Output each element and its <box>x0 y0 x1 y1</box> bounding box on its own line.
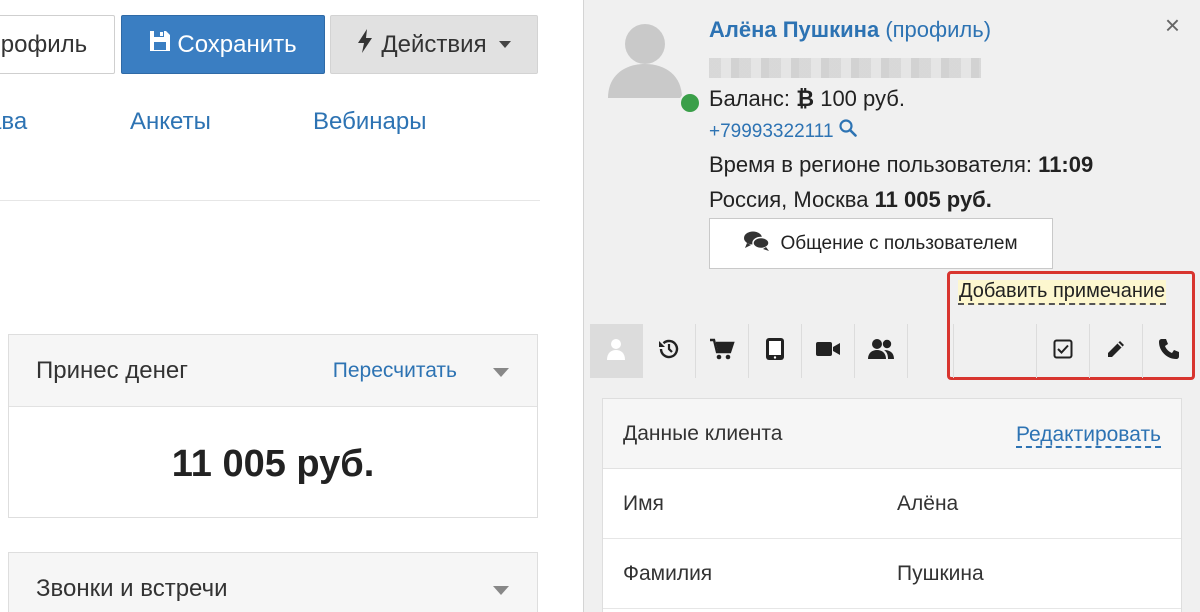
chevron-down-icon[interactable] <box>493 368 509 377</box>
table-row: Имя Алёна <box>603 469 1181 539</box>
chevron-down-icon <box>498 41 511 48</box>
comments-icon <box>744 231 771 257</box>
location-line: Россия, Москва 11 005 руб. <box>709 187 992 213</box>
row-label: Имя <box>623 491 664 515</box>
location-amount: 11 005 руб. <box>874 187 992 212</box>
user-icon <box>605 338 627 365</box>
phone-line: +79993322111 <box>709 119 857 143</box>
money-amount: 11 005 руб. <box>171 443 375 485</box>
profile-button[interactable]: профиль <box>0 15 115 74</box>
task-button[interactable] <box>1036 324 1089 378</box>
user-name-link[interactable]: Алёна Пушкина <box>709 17 879 42</box>
profile-link[interactable]: (профиль) <box>885 17 991 42</box>
add-note-link[interactable]: Добавить примечание <box>958 280 1167 305</box>
money-brought-card: Принес денег Пересчитать 11 005 руб. <box>8 334 538 518</box>
row-label: Фамилия <box>623 561 713 585</box>
row-value: Алёна <box>897 491 959 515</box>
tablet-icon <box>765 337 785 366</box>
cart-icon <box>709 338 735 365</box>
region-time-value: 11:09 <box>1038 152 1094 177</box>
tab-devices[interactable] <box>749 324 802 378</box>
lightning-icon <box>357 29 373 60</box>
nav-link-rights[interactable]: ава <box>0 108 27 136</box>
edit-note-button[interactable] <box>1089 324 1142 378</box>
history-icon <box>657 337 681 366</box>
phone-icon <box>1158 338 1180 365</box>
tab-webinars[interactable] <box>802 324 855 378</box>
search-icon[interactable] <box>839 119 857 142</box>
divider <box>0 200 540 201</box>
chevron-down-icon[interactable] <box>493 586 509 595</box>
tabs-spacer <box>908 324 954 378</box>
region-time-label: Время в регионе пользователя: <box>709 152 1033 177</box>
video-camera-icon <box>815 340 841 363</box>
tabs-actions <box>1036 324 1195 378</box>
save-button[interactable]: Сохранить <box>121 15 325 74</box>
users-icon <box>867 338 895 365</box>
tab-user[interactable] <box>590 324 643 378</box>
user-name-line: Алёна Пушкина (профиль) <box>709 17 991 43</box>
balance-line: Баланс: ₿ 100 руб. <box>709 86 905 112</box>
actions-button-label: Действия <box>381 30 487 58</box>
recalculate-link[interactable]: Пересчитать <box>333 359 457 383</box>
floppy-disk-icon <box>149 30 171 59</box>
online-status-indicator <box>679 92 701 114</box>
client-data-card: Данные клиента Редактировать Имя Алёна Ф… <box>602 398 1182 612</box>
avatar <box>606 18 684 98</box>
row-value: Пушкина <box>897 561 984 585</box>
location-text: Россия, Москва <box>709 187 869 212</box>
calls-card-title: Звонки и встречи <box>36 574 228 602</box>
tab-orders[interactable] <box>696 324 749 378</box>
calls-meetings-card: Звонки и встречи <box>8 552 538 612</box>
chat-button-label: Общение с пользователем <box>780 232 1018 254</box>
call-button[interactable] <box>1142 324 1195 378</box>
money-card-title: Принес денег <box>36 356 188 384</box>
blurred-email <box>709 58 981 78</box>
tab-history[interactable] <box>643 324 696 378</box>
user-info-panel: × Алёна Пушкина (профиль) Баланс: ₿ 100 … <box>583 0 1200 612</box>
actions-dropdown-button[interactable]: Действия <box>330 15 538 74</box>
phone-link[interactable]: +79993322111 <box>709 121 834 142</box>
profile-button-label: профиль <box>0 30 88 58</box>
user-edit-page: профиль Сохранить Действия ава Анкеты Ве… <box>0 0 583 612</box>
chat-with-user-button[interactable]: Общение с пользователем <box>709 218 1053 269</box>
edit-client-link[interactable]: Редактировать <box>1015 423 1161 449</box>
save-button-label: Сохранить <box>177 30 297 58</box>
checkbox-icon <box>1053 339 1073 364</box>
client-card-header: Данные клиента Редактировать <box>603 399 1181 469</box>
pencil-icon <box>1105 338 1127 365</box>
region-time-line: Время в регионе пользователя: 11:09 <box>709 152 1093 178</box>
nav-link-webinars[interactable]: Вебинары <box>313 108 426 136</box>
balance-value: 100 руб. <box>820 86 905 111</box>
close-icon[interactable]: × <box>1165 10 1180 41</box>
calls-card-header: Звонки и встречи <box>9 553 537 612</box>
tab-groups[interactable] <box>855 324 908 378</box>
table-row: Фамилия Пушкина <box>603 539 1181 609</box>
bitcoin-icon: ₿ <box>796 86 815 111</box>
money-card-header: Принес денег Пересчитать <box>9 335 537 407</box>
balance-label: Баланс: <box>709 86 791 111</box>
nav-link-forms[interactable]: Анкеты <box>130 108 211 136</box>
client-card-title: Данные клиента <box>623 421 783 445</box>
user-tabs-bar <box>590 324 1195 378</box>
